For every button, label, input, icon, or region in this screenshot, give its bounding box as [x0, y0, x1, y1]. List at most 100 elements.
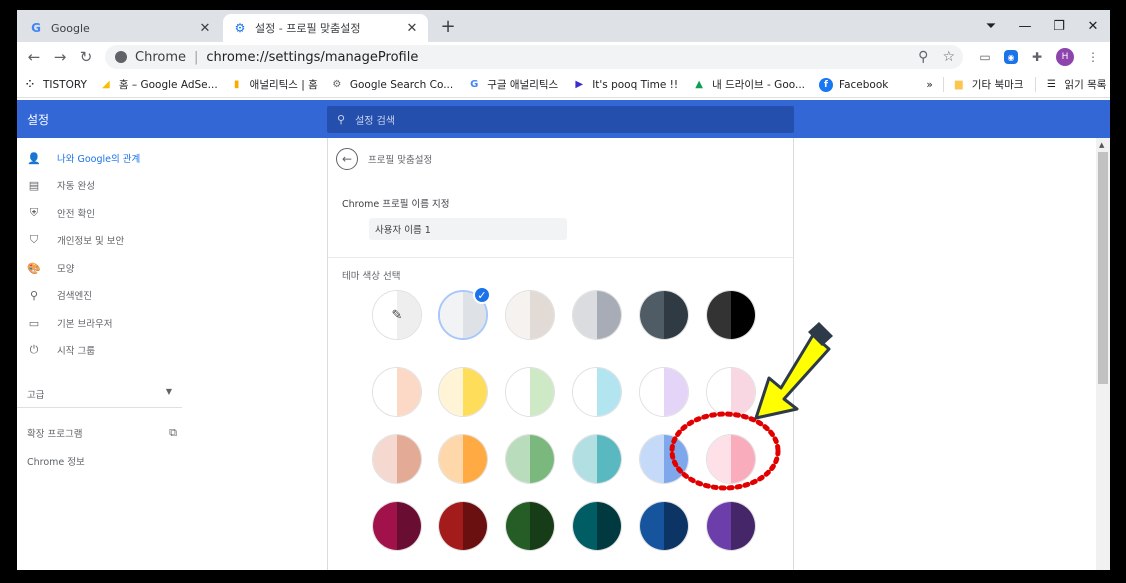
- pooq-icon: ▶: [575, 79, 584, 90]
- bookmark-item[interactable]: G 구글 애널리틱스: [467, 77, 558, 92]
- zoom-icon[interactable]: ⚲: [918, 49, 928, 65]
- new-tab-button[interactable]: +: [437, 16, 459, 38]
- swatch-left-half: [707, 291, 731, 339]
- media-icon[interactable]: ▭: [976, 48, 994, 66]
- sidebar-item-privacy[interactable]: ⛉ 개인정보 및 보안: [17, 230, 182, 250]
- sidebar-item-label: 검색엔진: [57, 291, 92, 302]
- swatch-left-half: [573, 502, 597, 550]
- sidebar-item-appearance[interactable]: 🎨 모양: [17, 258, 182, 278]
- reload-button[interactable]: ↻: [73, 48, 99, 66]
- analytics-icon: ▮: [233, 79, 240, 90]
- bookmark-item[interactable]: ▮ 애널리틱스 | 홈: [230, 77, 318, 92]
- puzzle-icon[interactable]: ✚: [1028, 48, 1046, 66]
- theme-swatch[interactable]: [639, 434, 689, 484]
- theme-swatch[interactable]: [706, 290, 756, 340]
- tab-settings[interactable]: ⚙ 설정 - 프로필 맞춤설정 ✕: [223, 14, 428, 42]
- address-bar[interactable]: Chrome | chrome://settings/manageProfile…: [105, 45, 963, 69]
- theme-swatch[interactable]: [639, 501, 689, 551]
- window-close-button[interactable]: ✕: [1076, 19, 1110, 34]
- sidebar-item-on-startup[interactable]: ⏻ 시작 그룹: [17, 340, 182, 360]
- theme-swatch[interactable]: [438, 434, 488, 484]
- bookmark-label: 애널리틱스 | 홈: [249, 79, 318, 91]
- bookmark-label: Facebook: [839, 78, 889, 91]
- bookmark-item[interactable]: f Facebook: [819, 77, 889, 92]
- forward-button[interactable]: →: [47, 48, 73, 66]
- toolbar: ← → ↻ Chrome | chrome://settings/manageP…: [17, 42, 1110, 72]
- sidebar-item-default-browser[interactable]: ▭ 기본 브라우저: [17, 313, 182, 333]
- theme-swatch[interactable]: [372, 434, 422, 484]
- open-in-new-icon: ⧉: [169, 426, 177, 439]
- swatch-left-half: [439, 368, 463, 416]
- theme-swatch[interactable]: [572, 434, 622, 484]
- theme-swatch[interactable]: [572, 501, 622, 551]
- tab-search-icon[interactable]: ⏷: [974, 19, 1008, 34]
- scrollbar[interactable]: ▲: [1096, 138, 1110, 570]
- minimize-button[interactable]: —: [1008, 19, 1042, 34]
- reading-list-button[interactable]: ☰ 읽기 목록: [1035, 77, 1106, 92]
- url-text[interactable]: chrome://settings/manageProfile: [206, 50, 418, 65]
- sidebar-item-safety-check[interactable]: ⛨ 안전 확인: [17, 203, 182, 223]
- search-console-icon: ⚙: [332, 79, 342, 90]
- theme-swatch[interactable]: [372, 367, 422, 417]
- swatch-right-half: [463, 435, 487, 483]
- theme-swatch[interactable]: [706, 434, 756, 484]
- bookmarks-overflow-button[interactable]: »: [926, 79, 932, 91]
- sidebar-extensions[interactable]: 확장 프로그램 ⧉: [27, 426, 177, 440]
- star-icon[interactable]: ☆: [942, 49, 955, 65]
- sidebar-advanced-label: 고급: [27, 390, 45, 401]
- theme-swatch[interactable]: [572, 290, 622, 340]
- sidebar-item-search-engine[interactable]: ⚲ 검색엔진: [17, 285, 182, 305]
- swatch-right-half: [397, 502, 421, 550]
- theme-swatch[interactable]: [572, 367, 622, 417]
- google-favicon: G: [31, 21, 41, 35]
- theme-swatch[interactable]: [639, 290, 689, 340]
- scroll-up-arrow-icon[interactable]: ▲: [1099, 141, 1104, 149]
- sidebar-about-label: Chrome 정보: [27, 457, 85, 468]
- restore-button[interactable]: ❐: [1042, 19, 1076, 34]
- tab-google[interactable]: G Google ✕: [19, 14, 221, 42]
- settings-search-input[interactable]: ⚲ 설정 검색: [327, 106, 794, 133]
- swatch-right-half: [463, 368, 487, 416]
- bookmark-folder-other[interactable]: ▆ 기타 북마크: [942, 77, 1023, 92]
- bookmark-item[interactable]: ◢ 홈 – Google AdSe...: [99, 77, 218, 92]
- theme-swatch[interactable]: [372, 501, 422, 551]
- theme-swatch[interactable]: [505, 290, 555, 340]
- close-icon[interactable]: ✕: [197, 21, 213, 36]
- sidebar-item-autofill[interactable]: ▤ 자동 완성: [17, 175, 182, 195]
- sidebar-item-you-and-google[interactable]: 👤 나와 Google의 관계: [17, 148, 182, 168]
- chrome-icon: [115, 51, 127, 63]
- close-icon[interactable]: ✕: [404, 21, 420, 36]
- toolbar-icons: ▭ ◉ ✚ H ⋮: [976, 45, 1102, 69]
- back-arrow-icon[interactable]: ←: [336, 148, 358, 170]
- browser-window: G Google ✕ ⚙ 설정 - 프로필 맞춤설정 ✕ + ⏷ — ❐ ✕ ←…: [17, 10, 1110, 570]
- theme-swatch[interactable]: [438, 367, 488, 417]
- bookmark-item[interactable]: ▲ 내 드라이브 - Goo...: [692, 77, 805, 92]
- avatar[interactable]: H: [1056, 48, 1074, 66]
- theme-swatch[interactable]: [706, 501, 756, 551]
- swatch-right-half: [530, 368, 554, 416]
- back-button[interactable]: ←: [21, 48, 47, 66]
- theme-swatch[interactable]: [505, 501, 555, 551]
- theme-swatch[interactable]: [505, 367, 555, 417]
- theme-swatch[interactable]: [639, 367, 689, 417]
- swatch-left-half: [573, 368, 597, 416]
- sidebar-item-label: 모양: [57, 264, 75, 275]
- sidebar-about[interactable]: Chrome 정보: [27, 454, 85, 468]
- theme-swatch[interactable]: [706, 367, 756, 417]
- sidebar-advanced[interactable]: 고급 ▼: [27, 387, 172, 401]
- theme-swatch[interactable]: ✎: [372, 290, 422, 340]
- card-divider: [328, 257, 793, 258]
- drive-icon: ▲: [695, 79, 703, 90]
- profile-name-input[interactable]: [369, 218, 567, 240]
- bookmark-item[interactable]: ▶ It's pooq Time !!: [572, 78, 678, 92]
- swatch-left-half: [573, 291, 597, 339]
- swatch-right-half: [463, 502, 487, 550]
- menu-icon[interactable]: ⋮: [1084, 48, 1102, 66]
- scrollbar-thumb[interactable]: [1098, 152, 1108, 384]
- bookmark-item[interactable]: ⁘ TISTORY: [23, 78, 87, 92]
- theme-swatch[interactable]: [505, 434, 555, 484]
- theme-swatch[interactable]: [438, 501, 488, 551]
- bookmark-item[interactable]: ⚙ Google Search Co...: [330, 78, 453, 92]
- extension-badge-icon[interactable]: ◉: [1004, 50, 1018, 64]
- swatch-right-half: [397, 368, 421, 416]
